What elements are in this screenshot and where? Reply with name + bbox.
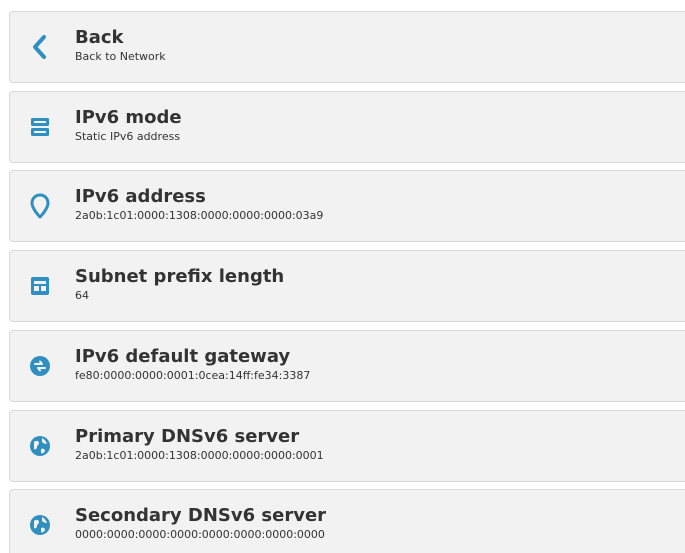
item-subtitle: fe80:0000:0000:0001:0cea:14ff:fe34:3387 xyxy=(75,369,311,382)
item-subtitle: Back to Network xyxy=(75,50,166,63)
item-subtitle: 64 xyxy=(75,289,89,302)
primary-dns-item[interactable]: Primary DNSv6 server 2a0b:1c01:0000:1308… xyxy=(9,410,685,482)
subnet-icon xyxy=(29,272,51,300)
item-title: IPv6 default gateway xyxy=(75,346,291,367)
ipv6-address-item[interactable]: IPv6 address 2a0b:1c01:0000:1308:0000:00… xyxy=(9,170,685,242)
item-title: IPv6 mode xyxy=(75,107,182,128)
item-title: Secondary DNSv6 server xyxy=(75,505,327,526)
ipv6-mode-item[interactable]: IPv6 mode Static IPv6 address xyxy=(9,91,685,163)
default-gateway-item[interactable]: IPv6 default gateway fe80:0000:0000:0001… xyxy=(9,330,685,402)
item-subtitle: 2a0b:1c01:0000:1308:0000:0000:0000:0001 xyxy=(75,449,324,462)
chevron-left-icon xyxy=(29,33,51,61)
settings-list: Back Back to Network IPv6 mode Static IP… xyxy=(0,0,685,553)
server-icon xyxy=(29,113,51,141)
subnet-prefix-item[interactable]: Subnet prefix length 64 xyxy=(9,250,685,322)
item-title: IPv6 address xyxy=(75,186,206,207)
gateway-icon xyxy=(29,352,51,380)
globe-icon xyxy=(29,432,51,460)
item-subtitle: 0000:0000:0000:0000:0000:0000:0000:0000 xyxy=(75,528,325,541)
back-item[interactable]: Back Back to Network xyxy=(9,11,685,83)
item-title: Primary DNSv6 server xyxy=(75,426,300,447)
location-pin-icon xyxy=(29,192,51,220)
globe-icon xyxy=(29,511,51,539)
item-title: Back xyxy=(75,27,124,48)
secondary-dns-item[interactable]: Secondary DNSv6 server 0000:0000:0000:00… xyxy=(9,489,685,553)
item-subtitle: 2a0b:1c01:0000:1308:0000:0000:0000:03a9 xyxy=(75,209,324,222)
item-title: Subnet prefix length xyxy=(75,266,285,287)
item-subtitle: Static IPv6 address xyxy=(75,130,181,143)
